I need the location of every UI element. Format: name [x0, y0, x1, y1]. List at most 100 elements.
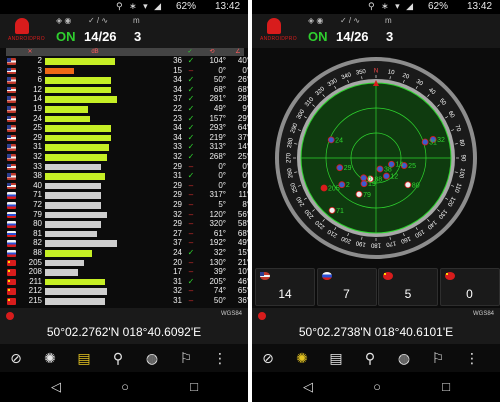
- flag-icon-chn: [7, 288, 16, 295]
- satellite-marker-usa: [383, 172, 390, 180]
- satellite-label: 38: [384, 166, 392, 173]
- radar-icon[interactable]: ✺: [40, 348, 60, 368]
- satellite-prn: 82: [33, 238, 42, 248]
- satellite-prn: 25: [33, 123, 42, 133]
- compass-tick-label: 90: [460, 155, 466, 162]
- azimuth: 317°: [209, 190, 226, 200]
- fix-mode: 3: [386, 29, 394, 44]
- elevation: 8°: [242, 200, 248, 209]
- signal-strength: 36: [173, 56, 182, 65]
- elevation: 0°: [242, 65, 248, 75]
- app-logo[interactable]: ANDROIDPRO: [260, 18, 297, 44]
- sky-radar[interactable]: N 10 2030405060708090100110120130140150160…: [274, 56, 478, 260]
- signal-strength: 32: [173, 152, 182, 161]
- satellite-prn: 32: [33, 152, 42, 161]
- satellite-row: 315–0°0°: [6, 66, 248, 76]
- count-box-usa: 14: [255, 268, 315, 306]
- map-pin-icon[interactable]: ⚐: [428, 348, 448, 368]
- signal-list-screen: ⚲ ∗ ▾ ◢ 62% 13:42 ANDROIDPRO ◈ ◉ ON ✓ / …: [0, 0, 248, 402]
- signal-bar: [45, 298, 105, 305]
- azimuth: 0°: [218, 180, 226, 190]
- signal-bar: [45, 230, 97, 238]
- compass-icon[interactable]: ⊘: [258, 348, 278, 368]
- signal-bars-icon[interactable]: ▤: [326, 348, 346, 368]
- satellite-row: 8824✓32°15°: [6, 248, 248, 258]
- walk-icon[interactable]: ⚲: [360, 348, 380, 368]
- satellite-row: 3232✓268°25°: [6, 152, 248, 162]
- satellite-label: 205: [328, 186, 340, 193]
- coordinates[interactable]: 50°02.2738'N 018°40.6101'E: [252, 325, 500, 339]
- flag-icon-chn: [7, 298, 16, 305]
- home-icon[interactable]: ○: [116, 378, 134, 396]
- satellite-label: 12: [390, 174, 398, 181]
- satellite-prn: 31: [33, 142, 42, 152]
- flag-icon-usa: [7, 96, 16, 103]
- elevation: 29°: [237, 113, 248, 123]
- recents-icon[interactable]: □: [185, 378, 203, 396]
- more-icon[interactable]: ⋮: [462, 348, 482, 368]
- signal-bar: [45, 115, 90, 123]
- signal-strength: 32: [173, 209, 182, 219]
- satellite-row: 1922✓49°9°: [6, 104, 248, 114]
- satellite-row: 21531–50°36°: [6, 296, 248, 306]
- flag-icon-rus: [7, 230, 16, 238]
- compass-tick-label: 180: [370, 242, 381, 248]
- app-header: ANDROIDPRO ◈ ◉ ON ✓ / ∿ 14/26 m 3: [0, 14, 248, 48]
- satellite-marker-usa: [421, 138, 429, 146]
- satellite-marker-usa: [360, 180, 368, 188]
- satellite-marker-rus: [355, 190, 363, 198]
- satellite-icons: ✓ / ∿: [340, 16, 361, 25]
- satellite-prn: 29: [33, 132, 42, 142]
- elevation: 58°: [237, 219, 248, 229]
- satellite-marker-usa: [338, 181, 346, 189]
- flag-icon-usa: [260, 272, 270, 280]
- bottom-nav: ⊘ ✺ ▤ ⚲ ◍ ⚐ ⋮: [0, 346, 248, 370]
- elevation: 28°: [237, 94, 248, 104]
- azimuth: 268°: [209, 152, 226, 161]
- system-nav-bar: ◁ ○ □: [0, 372, 248, 402]
- signal-strength: 20: [173, 257, 182, 267]
- signal-bar: [45, 125, 111, 132]
- recents-icon[interactable]: □: [437, 378, 455, 396]
- back-icon[interactable]: ◁: [47, 378, 65, 396]
- azimuth: 39°: [213, 267, 226, 277]
- elevation: 14°: [237, 142, 248, 152]
- coordinates[interactable]: 50°02.2762'N 018°40.6092'E: [0, 325, 248, 339]
- signal-strength: 37: [173, 94, 182, 104]
- azimuth: 313°: [209, 142, 226, 152]
- azimuth: 0°: [218, 171, 226, 181]
- home-icon[interactable]: ○: [368, 378, 386, 396]
- satellite-row: 236✓104°40°: [6, 56, 248, 66]
- radar-icon[interactable]: ✺: [292, 348, 312, 368]
- satellite-prn: 205: [28, 257, 42, 267]
- gps-icon: [6, 312, 14, 320]
- elevation: 15°: [237, 248, 248, 257]
- signal-bar: [45, 58, 115, 65]
- back-icon[interactable]: ◁: [299, 378, 317, 396]
- satellite-prn: 80: [33, 219, 42, 229]
- satellite-prn: 19: [33, 104, 42, 113]
- signal-strength: 31: [173, 276, 182, 286]
- satellite-label: 6: [368, 175, 372, 182]
- azimuth: 320°: [209, 219, 226, 229]
- signal-bar: [45, 163, 101, 171]
- satellite-marker-rus: [328, 206, 336, 214]
- satellites-used-total: 14/26: [84, 29, 117, 44]
- flag-icon-usa: [7, 163, 16, 171]
- elevation: 46°: [237, 276, 248, 286]
- map-pin-icon[interactable]: ⚐: [176, 348, 196, 368]
- satellite-row: 4029–0°0°: [6, 180, 248, 191]
- compass-tick-label: 270: [287, 152, 293, 163]
- globe-icon[interactable]: ◍: [394, 348, 414, 368]
- app-logo[interactable]: ANDROIDPRO: [8, 18, 45, 44]
- satellite-prn: 215: [28, 296, 42, 305]
- more-icon[interactable]: ⋮: [210, 348, 230, 368]
- compass-icon[interactable]: ⊘: [6, 348, 26, 368]
- walk-icon[interactable]: ⚲: [108, 348, 128, 368]
- globe-icon[interactable]: ◍: [142, 348, 162, 368]
- signal-bars-icon[interactable]: ▤: [74, 348, 94, 368]
- azimuth: 120°: [209, 209, 226, 219]
- satellite-count: 0: [466, 287, 473, 301]
- elevation: 21°: [237, 257, 248, 267]
- signal-strength: 31: [173, 296, 182, 305]
